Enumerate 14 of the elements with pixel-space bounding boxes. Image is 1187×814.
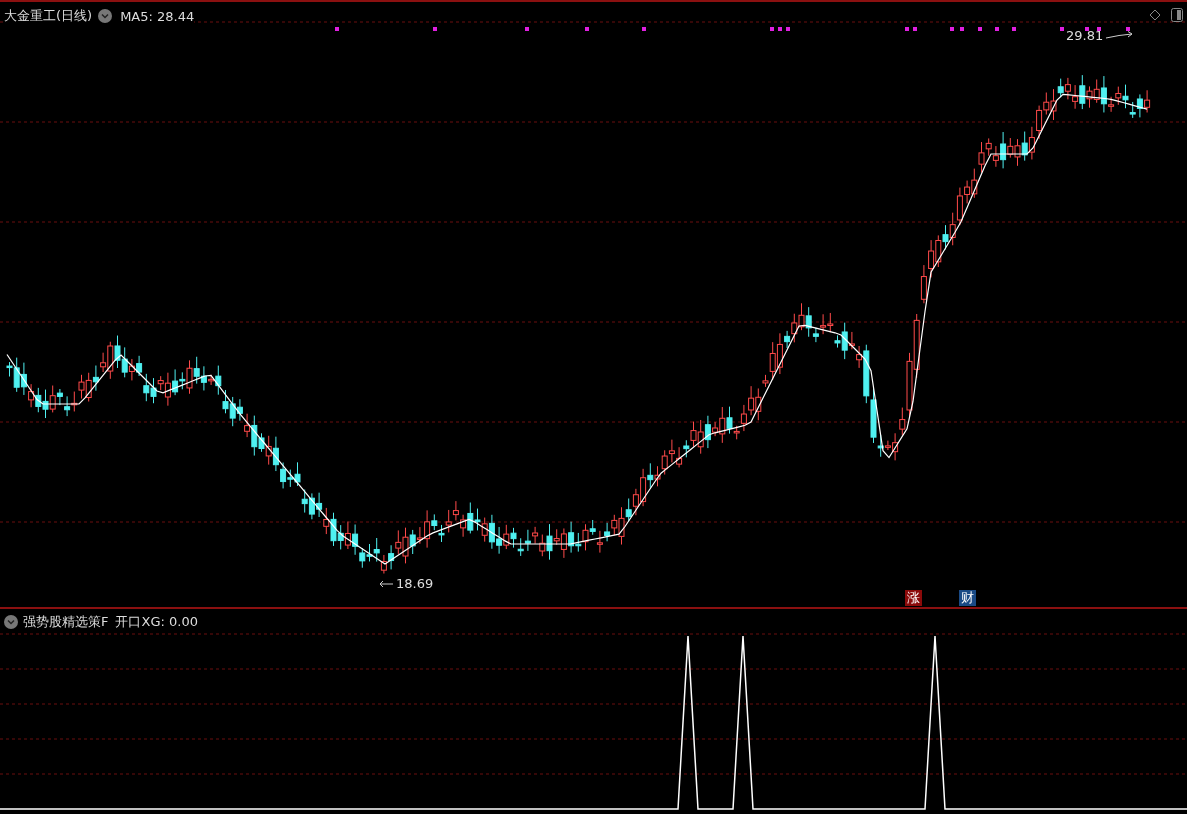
arrow-icon [378,579,394,588]
dropdown-icon[interactable] [4,615,18,629]
diamond-icon[interactable] [1149,9,1161,21]
panel-toggle-icon[interactable] [1171,8,1183,22]
marker-badge[interactable]: 涨 [905,590,922,606]
indicator-value: 开口XG: 0.00 [115,613,198,631]
indicator-name: 强势股精选策F [23,613,109,631]
dropdown-icon[interactable] [98,9,113,23]
marker-badge[interactable]: 财 [959,590,976,606]
low-price-label: 18.69 [396,576,434,591]
ma5-value: MA5: 28.44 [120,8,195,24]
chart-title: 大金重工(日线) [4,7,93,25]
high-price-label: 29.81 [1066,28,1104,43]
arrow-icon [1105,30,1134,41]
